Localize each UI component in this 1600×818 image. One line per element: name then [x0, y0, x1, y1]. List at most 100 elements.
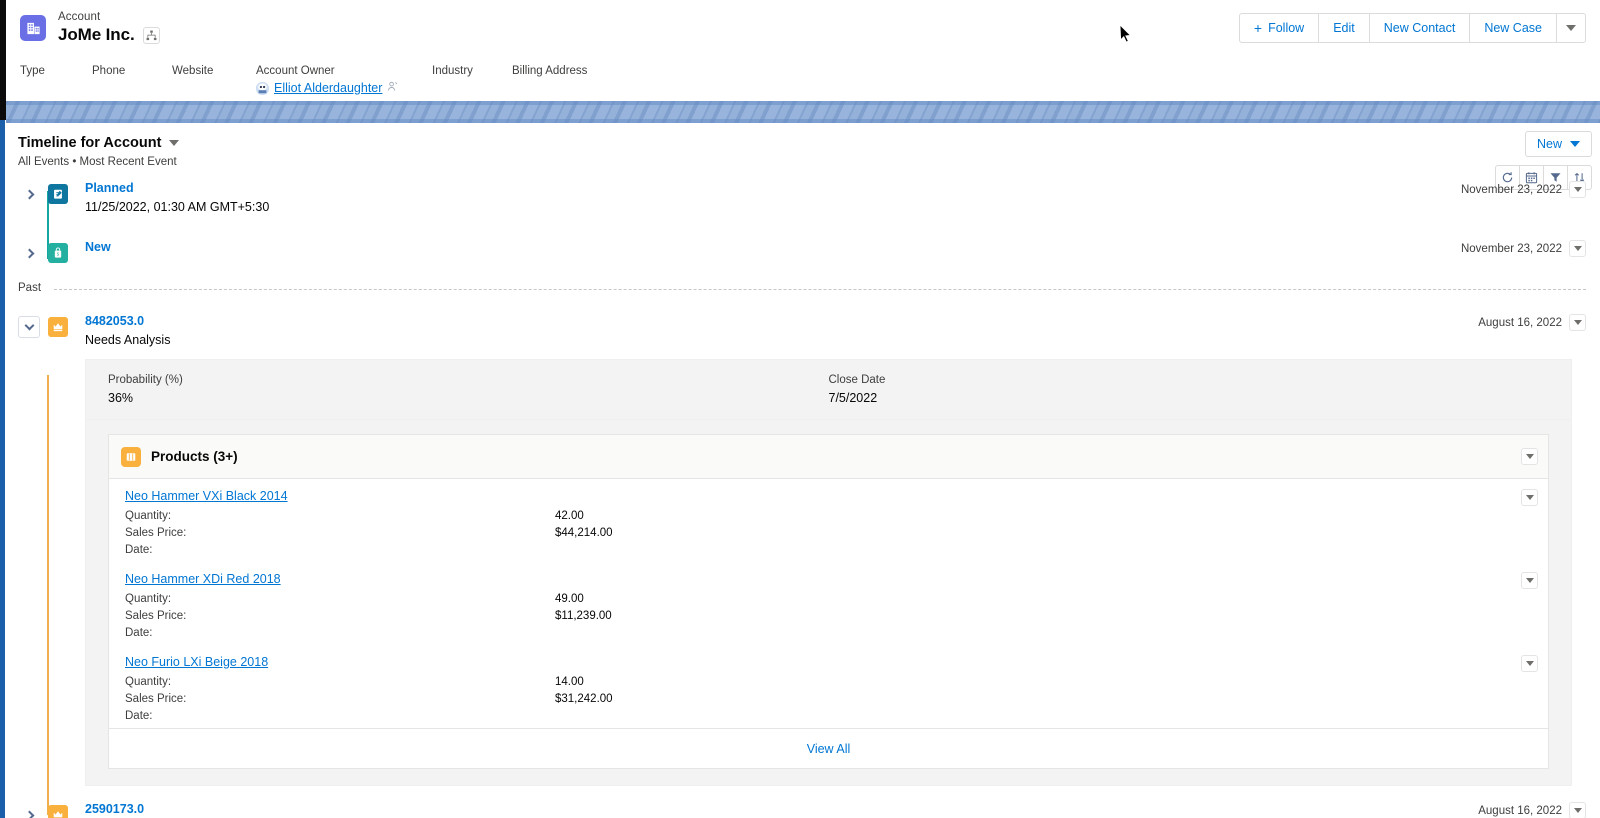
edit-button[interactable]: Edit	[1318, 13, 1370, 43]
avatar	[256, 82, 269, 95]
timeline-item-title[interactable]: Planned	[85, 181, 1586, 195]
expand-toggle[interactable]	[18, 242, 40, 264]
new-case-button[interactable]: New Case	[1469, 13, 1557, 43]
hierarchy-icon[interactable]	[142, 26, 160, 44]
chevron-down-icon	[1570, 141, 1580, 147]
field-account-owner: Account Owner Elliot Alderdaughter	[256, 63, 432, 97]
change-owner-icon[interactable]	[387, 80, 398, 97]
opportunity-detail: Probability (%) 36% Close Date 7/5/2022	[85, 359, 1572, 786]
row-actions-chevron-down-icon[interactable]	[1569, 181, 1586, 198]
follow-button[interactable]: + Follow	[1238, 13, 1320, 43]
field-phone-label: Phone	[92, 65, 126, 77]
product-quantity-value: 42.00	[555, 510, 584, 522]
account-owner-link[interactable]: Elliot Alderdaughter	[274, 80, 382, 97]
product-name-link[interactable]: Neo Furio LXi Beige 2018	[125, 655, 268, 669]
timeline-item-title[interactable]: 8482053.0	[85, 314, 1586, 328]
expand-toggle[interactable]	[18, 183, 40, 205]
new-button-label: New	[1536, 137, 1562, 151]
chevron-down-icon	[24, 320, 34, 331]
timeline-item[interactable]: 2590173.0 Proposal/Price Quote August 16…	[6, 796, 1600, 818]
timeline-item[interactable]: 8482053.0 Needs Analysis August 16, 2022…	[6, 308, 1600, 786]
chevron-right-icon	[24, 248, 34, 258]
page-title: JoMe Inc.	[58, 25, 135, 45]
record-identity: Account JoMe Inc.	[58, 11, 160, 45]
chevron-down-icon	[1566, 25, 1576, 31]
field-close-date-value: 7/5/2022	[828, 391, 878, 405]
timeline-item-date: November 23, 2022	[1460, 183, 1562, 196]
salesforce-record-page: Account JoMe Inc. + Follow Edit New Cont…	[0, 0, 1600, 818]
product-name-link[interactable]: Neo Hammer VXi Black 2014	[125, 489, 288, 503]
product-sales-price: Sales Price: $44,214.00	[125, 527, 1536, 539]
products-card-wrapper: Products (3+) Neo Hammer VXi Black 2014 …	[85, 434, 1572, 786]
product-quantity: Quantity: 49.00	[125, 593, 1536, 605]
timeline-item-title[interactable]: 2590173.0	[85, 802, 1586, 816]
record-header: Account JoMe Inc. + Follow Edit New Cont…	[6, 0, 1600, 56]
banner-top-shade	[6, 101, 1600, 105]
timeline-item-subtitle: 11/25/2022, 01:30 AM GMT+5:30	[85, 200, 270, 214]
product-date: Date:	[125, 627, 1536, 639]
timeline-item-content: 2590173.0 Proposal/Price Quote August 16…	[85, 802, 1600, 818]
field-type-label: Type	[20, 65, 45, 77]
new-contact-button[interactable]: New Contact	[1368, 13, 1471, 43]
timeline-title-chevron-down-icon[interactable]	[169, 140, 180, 146]
product-quantity-value: 14.00	[555, 676, 584, 688]
timeline-item[interactable]: $ New November 23, 2022	[6, 234, 1600, 264]
product-quantity-label: Quantity:	[125, 510, 172, 522]
product-name-link[interactable]: Neo Hammer XDi Red 2018	[125, 572, 281, 586]
field-probability-value: 36%	[108, 391, 134, 405]
product-sales-price-label: Sales Price:	[125, 693, 187, 705]
more-actions-button[interactable]	[1556, 13, 1586, 43]
record-action-buttons: + Follow Edit New Contact New Case	[1238, 13, 1586, 43]
product-date: Date:	[125, 544, 1536, 556]
row-actions-chevron-down-icon[interactable]	[1569, 802, 1586, 818]
svg-text:$: $	[57, 251, 60, 257]
account-building-icon	[20, 15, 46, 41]
follow-button-label: Follow	[1268, 21, 1305, 35]
mouse-cursor	[1119, 23, 1132, 48]
row-actions-chevron-down-icon[interactable]	[1569, 314, 1586, 331]
product-quantity: Quantity: 42.00	[125, 510, 1536, 522]
timeline-item-date-group: November 23, 2022	[1461, 181, 1586, 198]
timeline-item-title[interactable]: New	[85, 240, 1586, 254]
row-actions-chevron-down-icon[interactable]	[1569, 240, 1586, 257]
field-account-owner-label: Account Owner	[256, 65, 335, 77]
product-row: Neo Furio LXi Beige 2018 Quantity: 14.00…	[109, 645, 1548, 728]
product-sales-price-label: Sales Price:	[125, 527, 187, 539]
chevron-right-icon	[24, 810, 34, 818]
product-date-label: Date:	[125, 627, 153, 639]
task-icon	[48, 184, 68, 204]
product-icon	[121, 446, 141, 467]
product-row-actions-chevron-down-icon[interactable]	[1521, 572, 1538, 589]
left-rail-accent	[0, 120, 5, 818]
timeline-item-content: New November 23, 2022	[85, 240, 1600, 257]
past-divider-line	[54, 289, 1586, 290]
timeline-panel: Timeline for Account All Events • Most R…	[6, 123, 1600, 818]
products-card: Products (3+) Neo Hammer VXi Black 2014 …	[108, 434, 1549, 769]
timeline-item-date-group: August 16, 2022	[1478, 314, 1586, 331]
field-probability-label: Probability (%)	[108, 374, 183, 386]
products-collapse-chevron-down-icon[interactable]	[1521, 448, 1538, 465]
field-close-date: Close Date 7/5/2022	[829, 374, 1550, 405]
timeline-item[interactable]: Planned 11/25/2022, 01:30 AM GMT+5:30 No…	[6, 175, 1600, 214]
product-row-actions-chevron-down-icon[interactable]	[1521, 655, 1538, 672]
timeline-body: Planned 11/25/2022, 01:30 AM GMT+5:30 No…	[6, 175, 1600, 818]
field-website-label: Website	[172, 65, 214, 77]
collapse-toggle[interactable]	[18, 316, 40, 338]
product-row: Neo Hammer XDi Red 2018 Quantity: 49.00 …	[109, 562, 1548, 645]
view-all-link[interactable]: View All	[807, 742, 851, 756]
past-divider: Past	[6, 278, 1600, 306]
product-date-label: Date:	[125, 544, 153, 556]
field-industry: Industry	[432, 63, 512, 80]
timeline-subtitle: All Events • Most Recent Event	[18, 156, 177, 168]
timeline-item-date: August 16, 2022	[1478, 804, 1562, 817]
new-timeline-entry-button[interactable]: New	[1524, 131, 1592, 157]
product-date: Date:	[125, 710, 1536, 722]
product-sales-price-value: $31,242.00	[555, 693, 613, 705]
product-row-actions-chevron-down-icon[interactable]	[1521, 489, 1538, 506]
expand-toggle[interactable]	[18, 804, 40, 818]
opportunity-crown-icon	[48, 317, 68, 337]
field-account-owner-value: Elliot Alderdaughter	[256, 80, 432, 97]
object-label: Account	[58, 11, 101, 24]
product-quantity-label: Quantity:	[125, 593, 172, 605]
timeline-item-subtitle: Needs Analysis	[85, 333, 171, 347]
